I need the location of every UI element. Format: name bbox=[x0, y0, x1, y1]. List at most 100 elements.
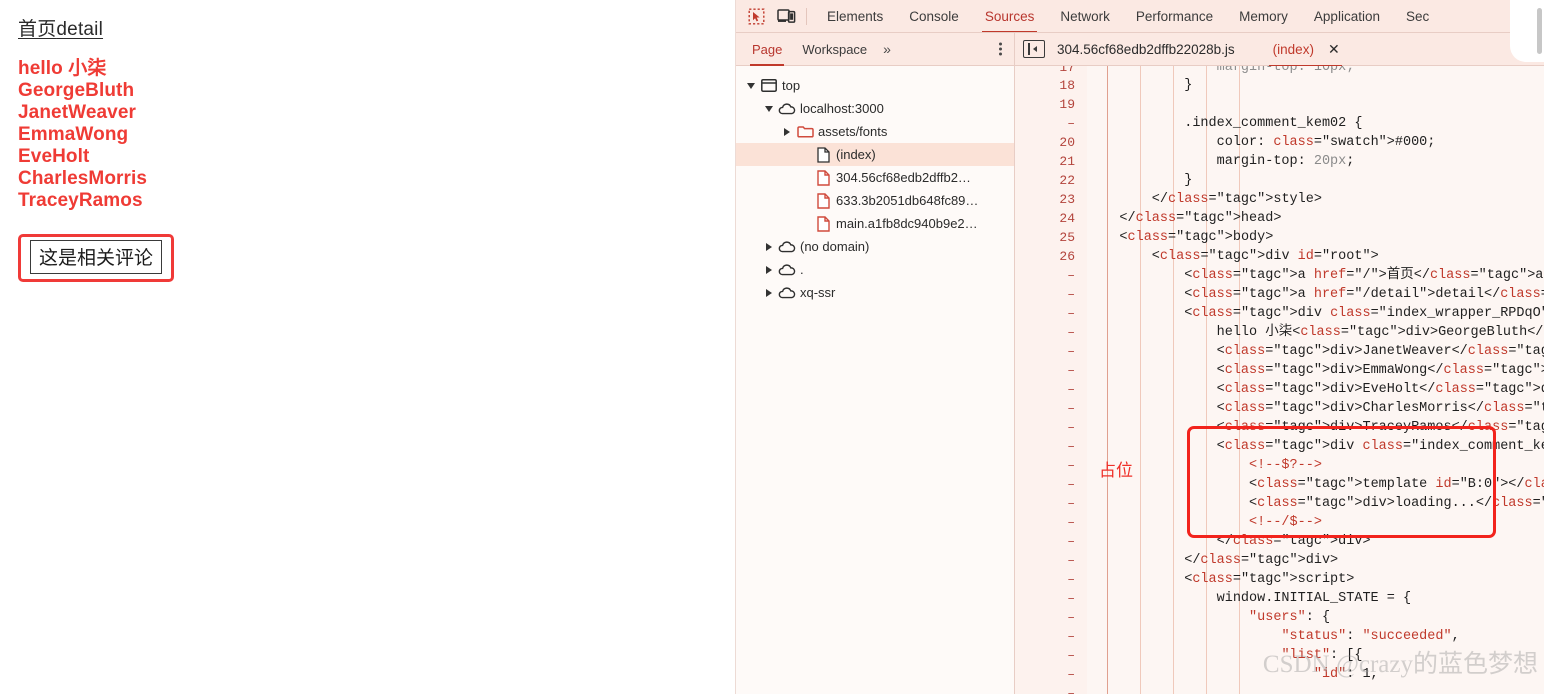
tab-memory[interactable]: Memory bbox=[1226, 0, 1301, 32]
code-line: <!--/$--> bbox=[1249, 515, 1322, 530]
code-line: <class="tagc">div>EmmaWong</class="tagc"… bbox=[1087, 363, 1544, 378]
editor-tab-index[interactable]: (index) bbox=[1268, 42, 1343, 67]
code-line: <class="tagc">a href="/">首页</class="tagc… bbox=[1087, 268, 1544, 283]
devtools-panel: Elements Console Sources Network Perform… bbox=[735, 0, 1544, 694]
chevron-double-right-icon[interactable]: » bbox=[877, 41, 897, 57]
tab-elements[interactable]: Elements bbox=[814, 0, 896, 32]
tree-label: top bbox=[782, 78, 801, 93]
devtools-tab-bar: Elements Console Sources Network Perform… bbox=[814, 0, 1442, 32]
line-number: 21 bbox=[1059, 154, 1075, 169]
comment-text: 这是相关评论 bbox=[30, 240, 163, 274]
tree-label: xq-ssr bbox=[800, 285, 836, 300]
tab-security[interactable]: Sec bbox=[1393, 0, 1442, 32]
list-item: TraceyRamos bbox=[18, 190, 143, 211]
tree-item-xq-ssr[interactable]: xq-ssr bbox=[736, 281, 1014, 304]
device-toolbar-icon[interactable] bbox=[772, 3, 800, 29]
code-line: <class="tagc">div class="index_wrapper_R… bbox=[1087, 306, 1544, 321]
line-number: 20 bbox=[1059, 135, 1075, 150]
nav-link-home[interactable]: 首页 bbox=[18, 19, 56, 40]
list-item: GeorgeBluth bbox=[18, 80, 135, 101]
chevron-right-icon[interactable] bbox=[762, 265, 776, 274]
vertical-scrollbar[interactable] bbox=[1537, 8, 1542, 54]
code-line: <class="tagc">div>loading...</class="tag… bbox=[1087, 496, 1544, 511]
code-line: <class="tagc">div>JanetWeaver</class="ta… bbox=[1087, 344, 1544, 359]
tree-item-js-633[interactable]: 633.3b2051db648fc89… bbox=[736, 189, 1014, 212]
line-number: 18 bbox=[1059, 78, 1075, 93]
devtools-body: top localhost:3000 assets/fonts (index) … bbox=[736, 66, 1544, 694]
tree-item-top[interactable]: top bbox=[736, 74, 1014, 97]
chevron-down-icon[interactable] bbox=[762, 105, 776, 112]
code-line: <class="tagc">div>CharlesMorris</class="… bbox=[1087, 401, 1544, 416]
line-number: 19 bbox=[1059, 97, 1075, 112]
code-line: <class="tagc">div>EveHolt</class="tagc">… bbox=[1087, 382, 1544, 397]
code-line: "list": [{ bbox=[1281, 648, 1363, 663]
close-icon[interactable]: ✕ bbox=[1328, 42, 1340, 56]
tree-item-js-304[interactable]: 304.56cf68edb2dffb2… bbox=[736, 166, 1014, 189]
nav-link-detail[interactable]: detail bbox=[56, 19, 103, 40]
navigator-subtabs: Page Workspace » bbox=[736, 33, 1015, 66]
tree-item-no-domain[interactable]: (no domain) bbox=[736, 235, 1014, 258]
tree-item-assets-fonts[interactable]: assets/fonts bbox=[736, 120, 1014, 143]
list-item: CharlesMorris bbox=[18, 168, 148, 189]
line-number: – bbox=[1067, 515, 1075, 530]
list-item: EveHolt bbox=[18, 146, 90, 167]
tab-sources[interactable]: Sources bbox=[972, 0, 1048, 32]
code-line: color: class="swatch">#000; bbox=[1087, 135, 1436, 150]
tree-item-index[interactable]: (index) bbox=[736, 143, 1014, 166]
editor-tab-js-file[interactable]: 304.56cf68edb2dffb22028b.js bbox=[1057, 42, 1235, 57]
tab-console[interactable]: Console bbox=[896, 0, 972, 32]
user-name-list: hello 小柒 GeorgeBluth JanetWeaver EmmaWon… bbox=[18, 58, 735, 212]
line-number: – bbox=[1067, 477, 1075, 492]
navigator-file-tree: top localhost:3000 assets/fonts (index) … bbox=[736, 66, 1015, 694]
tree-label: (index) bbox=[836, 147, 876, 162]
more-options-icon[interactable] bbox=[999, 42, 1002, 56]
tree-label: 633.3b2051db648fc89… bbox=[836, 193, 979, 208]
line-number: – bbox=[1067, 534, 1075, 549]
js-file-icon bbox=[812, 215, 834, 232]
code-line: } bbox=[1087, 78, 1193, 93]
chevron-down-icon[interactable] bbox=[744, 82, 758, 89]
code-line: margin-top: 10px; bbox=[1087, 66, 1355, 75]
tab-application[interactable]: Application bbox=[1301, 0, 1393, 32]
line-number: – bbox=[1067, 287, 1075, 302]
code-line: <class="tagc">div class="index_comment_k… bbox=[1087, 439, 1544, 454]
line-number: 23 bbox=[1059, 192, 1075, 207]
subtab-workspace[interactable]: Workspace bbox=[792, 33, 877, 66]
code-line: window.INITIAL_STATE = { bbox=[1087, 591, 1412, 606]
js-file-icon bbox=[812, 169, 834, 186]
code-line: "id": 1, bbox=[1313, 667, 1379, 682]
tab-performance[interactable]: Performance bbox=[1123, 0, 1226, 32]
tree-item-dot[interactable]: . bbox=[736, 258, 1014, 281]
tree-label: (no domain) bbox=[800, 239, 870, 254]
subtab-page[interactable]: Page bbox=[742, 33, 792, 66]
screenshot-root: 首页detail hello 小柒 GeorgeBluth JanetWeave… bbox=[0, 0, 1544, 694]
line-number: – bbox=[1067, 439, 1075, 454]
line-number: – bbox=[1067, 553, 1075, 568]
code-line: </class="tagc">style> bbox=[1087, 192, 1322, 207]
tree-label: localhost:3000 bbox=[800, 101, 884, 116]
code-line: <class="tagc">script> bbox=[1087, 572, 1355, 587]
chevron-right-icon[interactable] bbox=[780, 127, 794, 136]
comment-section-highlight: 这是相关评论 bbox=[18, 234, 175, 282]
source-code-editor[interactable]: 17 18 19 – 20 21 22 23 24 25 26 – – – – … bbox=[1015, 66, 1544, 694]
line-number: – bbox=[1067, 610, 1075, 625]
tree-item-localhost[interactable]: localhost:3000 bbox=[736, 97, 1014, 120]
tree-item-js-main[interactable]: main.a1fb8dc940b9e2… bbox=[736, 212, 1014, 235]
code-line: "users": { bbox=[1249, 610, 1331, 625]
line-number: – bbox=[1067, 667, 1075, 682]
code-text-area[interactable]: margin-top: 10px; } .index_comment_kem02… bbox=[1087, 66, 1544, 694]
chevron-right-icon[interactable] bbox=[762, 288, 776, 297]
js-file-icon bbox=[812, 192, 834, 209]
show-navigator-icon[interactable] bbox=[1023, 40, 1045, 58]
line-number: – bbox=[1067, 648, 1075, 663]
cloud-icon bbox=[776, 102, 798, 115]
chevron-right-icon[interactable] bbox=[762, 242, 776, 251]
code-line: hello 小柒<class="tagc">div>GeorgeBluth</c… bbox=[1087, 325, 1544, 340]
line-number: 24 bbox=[1059, 211, 1075, 226]
line-number: – bbox=[1067, 420, 1075, 435]
line-number: – bbox=[1067, 629, 1075, 644]
inspect-element-icon[interactable] bbox=[742, 3, 770, 29]
devtools-toolbar: Elements Console Sources Network Perform… bbox=[736, 0, 1544, 33]
line-number: – bbox=[1067, 268, 1075, 283]
tab-network[interactable]: Network bbox=[1047, 0, 1123, 32]
